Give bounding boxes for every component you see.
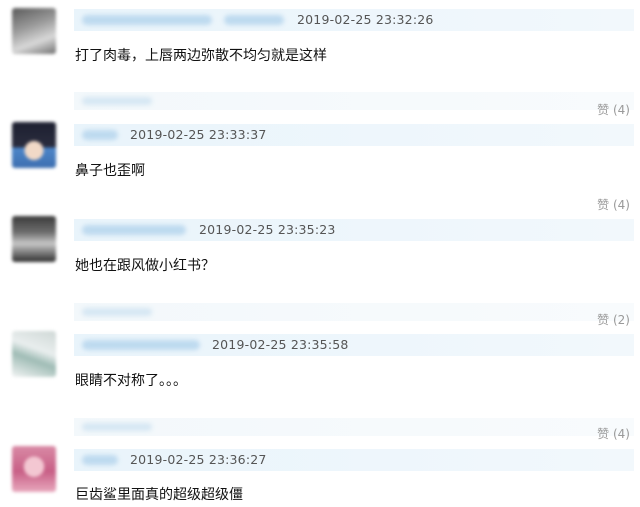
comment-timestamp: 2019-02-25 23:32:26 bbox=[297, 12, 434, 27]
comment-header: 2019-02-25 23:36:27 bbox=[74, 449, 634, 471]
comment-text: 打了肉毒，上唇两边弥散不均匀就是这样 bbox=[75, 48, 327, 64]
avatar[interactable] bbox=[12, 331, 56, 377]
comment-header: 2019-02-25 23:35:58 bbox=[74, 334, 634, 356]
reply-bar bbox=[74, 303, 634, 321]
comment-header: 2019-02-25 23:32:26 bbox=[74, 9, 634, 31]
comment-timestamp: 2019-02-25 23:33:37 bbox=[130, 127, 267, 142]
reply-blurred bbox=[82, 97, 152, 105]
username-blurred bbox=[224, 15, 284, 25]
reply-blurred bbox=[82, 308, 152, 316]
comment-header: 2019-02-25 23:33:37 bbox=[74, 124, 634, 146]
reply-blurred bbox=[82, 423, 152, 431]
username-blurred[interactable] bbox=[82, 455, 118, 465]
username-blurred[interactable] bbox=[82, 340, 200, 350]
like-button[interactable]: 赞 (4) bbox=[597, 196, 630, 213]
like-button[interactable]: 赞 (4) bbox=[597, 101, 630, 118]
username-blurred[interactable] bbox=[82, 15, 212, 25]
comment-timestamp: 2019-02-25 23:35:58 bbox=[212, 337, 349, 352]
comment-text: 巨齿鲨里面真的超级超级僵 bbox=[75, 487, 243, 503]
reply-bar bbox=[74, 418, 634, 436]
avatar[interactable] bbox=[12, 122, 56, 168]
username-blurred[interactable] bbox=[82, 130, 118, 140]
username-blurred[interactable] bbox=[82, 225, 186, 235]
comment-text: 她也在跟风做小红书？ bbox=[75, 258, 215, 274]
avatar[interactable] bbox=[12, 216, 56, 262]
comment-text: 鼻子也歪啊 bbox=[75, 163, 145, 179]
comment-timestamp: 2019-02-25 23:35:23 bbox=[199, 222, 336, 237]
comment-text: 眼睛不对称了。。。 bbox=[75, 373, 187, 389]
reply-bar bbox=[74, 92, 634, 110]
comment-timestamp: 2019-02-25 23:36:27 bbox=[130, 452, 267, 467]
like-button[interactable]: 赞 (2) bbox=[597, 311, 630, 328]
avatar[interactable] bbox=[12, 446, 56, 492]
avatar[interactable] bbox=[12, 8, 56, 54]
like-button[interactable]: 赞 (4) bbox=[597, 425, 630, 442]
comment-header: 2019-02-25 23:35:23 bbox=[74, 219, 634, 241]
